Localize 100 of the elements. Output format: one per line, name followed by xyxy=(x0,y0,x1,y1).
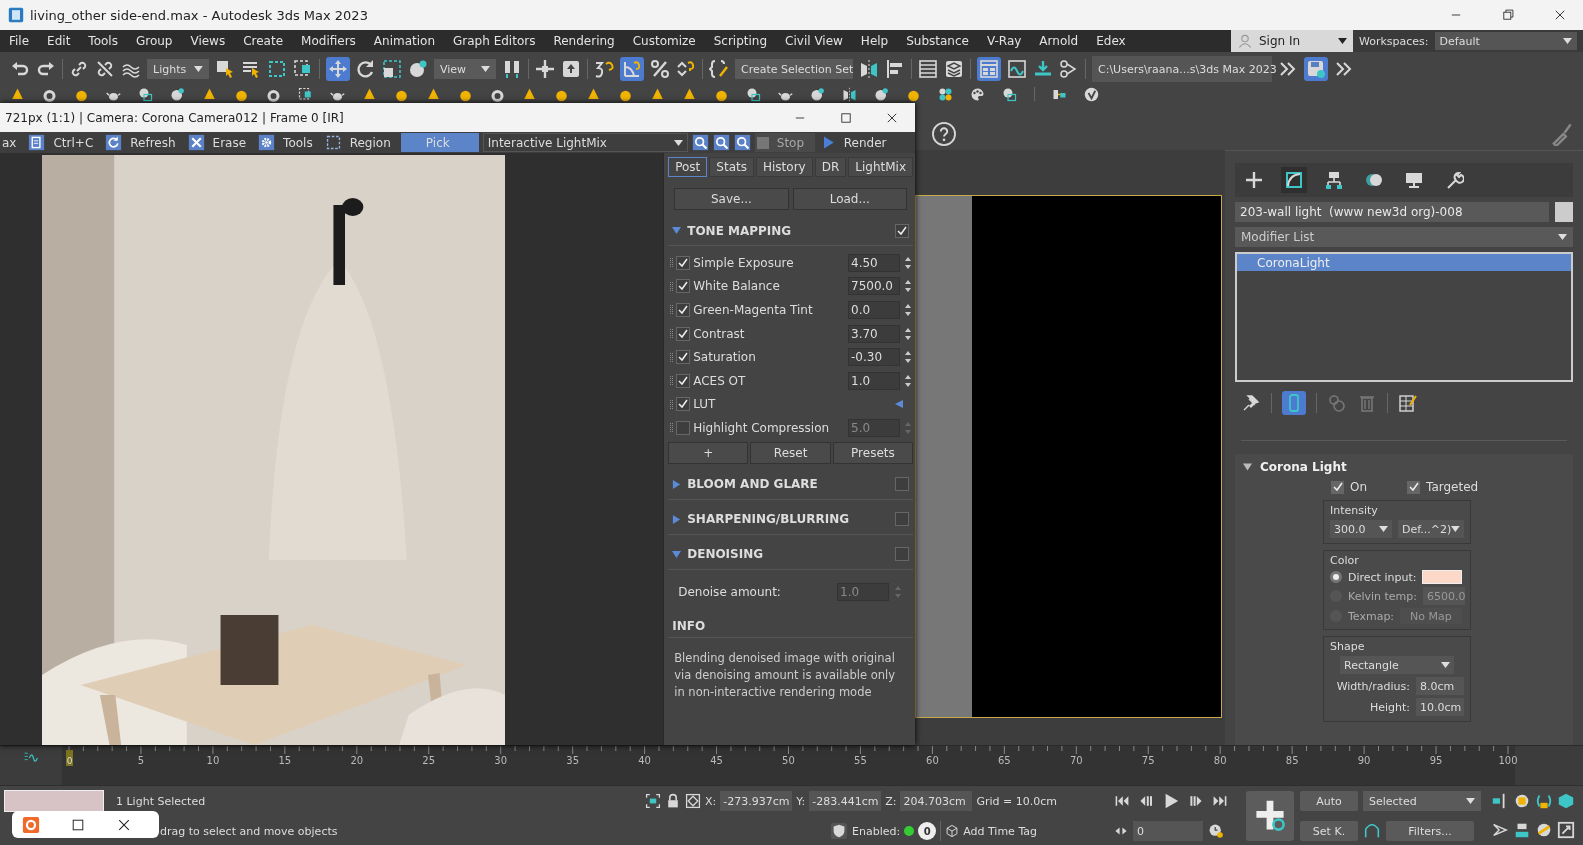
layers-icon[interactable] xyxy=(944,59,964,79)
toolbar-button[interactable]: Tools xyxy=(256,133,319,152)
disclosure-triangle-icon[interactable] xyxy=(672,479,682,489)
toolbar-button[interactable]: Ctrl+C xyxy=(26,133,100,152)
checkmark-logo-icon[interactable] xyxy=(1084,87,1099,102)
menu-item[interactable]: Help xyxy=(851,34,898,48)
disclosure-triangle-icon[interactable] xyxy=(672,549,682,559)
checkbox[interactable] xyxy=(676,303,691,317)
tab[interactable]: Post xyxy=(668,157,708,177)
menu-item[interactable]: Views xyxy=(181,34,235,48)
intensity-field[interactable]: 300.0 xyxy=(1330,520,1392,538)
menu-item[interactable]: Tools xyxy=(79,34,127,48)
toolbar-button[interactable]: Refresh xyxy=(103,133,182,152)
mirror-icon[interactable] xyxy=(859,59,879,79)
window-crossing-icon[interactable] xyxy=(293,59,313,79)
unlink-icon[interactable] xyxy=(95,59,115,79)
menu-item[interactable]: Civil View xyxy=(776,34,852,48)
last-frame-icon[interactable] xyxy=(1212,793,1228,809)
move-icon[interactable] xyxy=(326,57,350,81)
snap-toggle-icon[interactable] xyxy=(594,59,614,79)
tab[interactable]: Stats xyxy=(709,157,754,177)
sphere-icon[interactable] xyxy=(170,87,185,102)
palette-icon[interactable] xyxy=(970,87,985,102)
selection-region-icon[interactable] xyxy=(267,59,287,79)
selection-filter-dropdown[interactable]: Lights xyxy=(147,59,209,79)
named-selection-icon[interactable] xyxy=(709,59,729,79)
menu-item[interactable]: Substance xyxy=(897,34,978,48)
select-object-icon[interactable] xyxy=(215,59,235,79)
toolbar-button[interactable]: Region xyxy=(322,133,397,152)
disclosure-triangle-icon[interactable] xyxy=(672,514,682,524)
checkbox[interactable] xyxy=(895,477,909,492)
color-balls-icon[interactable] xyxy=(938,87,953,102)
material-icon[interactable] xyxy=(746,87,761,102)
spinner-snap-icon[interactable] xyxy=(676,59,696,79)
align-icon[interactable] xyxy=(885,59,905,79)
select-by-name-icon[interactable] xyxy=(241,59,261,79)
object-name-field[interactable]: 203-wall light (www new3d org)-008 xyxy=(1235,202,1549,222)
previous-frame-icon[interactable] xyxy=(1138,793,1154,809)
time-configuration-icon[interactable] xyxy=(1208,823,1224,839)
app-icon[interactable] xyxy=(22,815,40,834)
menu-item[interactable]: File xyxy=(0,34,39,48)
panel-button[interactable]: + xyxy=(668,441,749,464)
unit-dropdown[interactable]: Def...^2) xyxy=(1398,520,1464,538)
width-field[interactable]: 8.0cm xyxy=(1416,677,1464,695)
height-field[interactable]: 10.0cm xyxy=(1416,698,1464,716)
menu-item[interactable]: Rendering xyxy=(544,34,624,48)
window-crossing-icon[interactable] xyxy=(298,87,313,102)
torus-icon[interactable] xyxy=(42,87,57,102)
curve-editor-icon[interactable] xyxy=(1007,59,1027,79)
render-button[interactable]: Render xyxy=(818,133,893,152)
checkbox[interactable] xyxy=(895,512,909,527)
tab[interactable]: History xyxy=(755,157,813,177)
placement-icon[interactable] xyxy=(408,59,428,79)
filters-button[interactable]: Filters... xyxy=(1386,821,1474,841)
zoom-icon[interactable] xyxy=(733,134,751,151)
workspace-dropdown[interactable]: Default xyxy=(1434,32,1577,50)
pin-icon[interactable] xyxy=(1241,393,1261,413)
radio-button[interactable] xyxy=(1330,571,1342,583)
coordinate-field[interactable]: 204.703cm xyxy=(900,791,973,811)
first-frame-icon[interactable] xyxy=(1114,793,1130,809)
value-field[interactable]: 7500.0 xyxy=(848,277,900,296)
key-filter-dropdown[interactable]: Selected xyxy=(1363,791,1481,811)
checkbox[interactable] xyxy=(1407,480,1421,494)
menu-item[interactable]: Customize xyxy=(623,34,705,48)
menu-item[interactable]: Animation xyxy=(364,34,445,48)
tab[interactable]: DR xyxy=(814,157,847,177)
expand-arrow-icon[interactable] xyxy=(895,400,903,409)
menu-item[interactable]: Arnold xyxy=(1030,34,1088,48)
object-color-swatch[interactable] xyxy=(1555,202,1573,222)
auto-key-button[interactable]: Auto xyxy=(1300,791,1358,811)
panel-button[interactable]: Presets xyxy=(832,441,913,464)
zoom-icon[interactable] xyxy=(712,134,730,151)
panel-button[interactable]: Reset xyxy=(750,441,831,464)
toolbar-button[interactable]: ax xyxy=(0,133,23,152)
configure-icon[interactable] xyxy=(1398,393,1418,413)
current-frame-field[interactable]: 0 xyxy=(1133,821,1203,841)
scene-explorer-icon[interactable] xyxy=(918,59,938,79)
upload-icon[interactable] xyxy=(561,59,581,79)
material-icon[interactable] xyxy=(138,87,153,102)
script-listener-field[interactable] xyxy=(4,790,104,812)
isolate-icon[interactable] xyxy=(645,793,661,809)
menu-item[interactable]: Scripting xyxy=(704,34,777,48)
value-field[interactable]: -0.30 xyxy=(848,348,900,367)
time-slider[interactable]: 0 xyxy=(66,750,73,766)
sphere-icon[interactable] xyxy=(810,87,825,102)
checkbox[interactable] xyxy=(676,420,691,435)
help-icon[interactable] xyxy=(931,120,957,147)
link-icon[interactable] xyxy=(69,59,89,79)
checkbox[interactable] xyxy=(676,326,691,341)
cube-icon[interactable] xyxy=(945,824,960,838)
shape-dropdown[interactable]: Rectangle xyxy=(1340,656,1454,674)
value-field[interactable]: 1.0 xyxy=(848,371,900,390)
ribbon-icon[interactable] xyxy=(977,57,1001,81)
checkbox[interactable] xyxy=(676,279,691,294)
value-field[interactable]: 0.0 xyxy=(848,301,900,319)
mode-dropdown[interactable]: Interactive LightMix xyxy=(482,133,688,152)
value-field[interactable]: 4.50 xyxy=(848,253,900,272)
menu-item[interactable]: V-Ray xyxy=(977,34,1031,48)
disclosure-triangle-icon[interactable] xyxy=(672,226,682,235)
percent-snap-icon[interactable] xyxy=(650,59,670,79)
